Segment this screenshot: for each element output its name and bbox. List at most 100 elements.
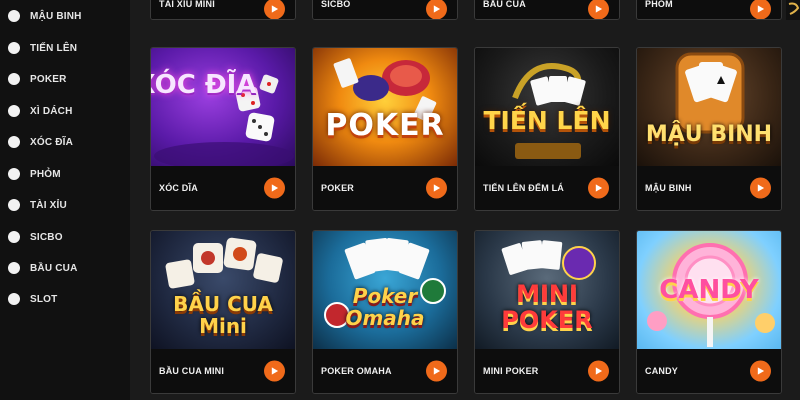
- game-card-bau-cua-mini[interactable]: BẦU CUA Mini BẦU CUA MINI: [150, 230, 296, 394]
- game-card-mau-binh[interactable]: MẬU BINH MẬU BINH: [636, 47, 782, 211]
- play-triangle-icon: [271, 184, 279, 192]
- game-art-mau-binh: MẬU BINH: [637, 48, 781, 166]
- play-button[interactable]: [750, 0, 771, 19]
- game-art-poker: POKER: [313, 48, 457, 166]
- game-art-title: MẬU BINH: [645, 122, 773, 147]
- sidebar-item-label: XÌ DÁCH: [30, 105, 73, 117]
- sidebar-item-tai-xiu[interactable]: TÀI XỈU: [8, 195, 67, 215]
- game-art-title: BẦU CUA Mini: [173, 292, 273, 338]
- sidebar-item-tien-len[interactable]: TIẾN LÊN: [8, 38, 77, 58]
- game-lobby: MẬU BINH TIẾN LÊN POKER XÌ DÁCH XÓC ĐĨA …: [0, 0, 800, 400]
- game-card-tien-len[interactable]: TIẾN LÊN TIẾN LÊN ĐẾM LÁ: [474, 47, 620, 211]
- card-footer: CANDY: [637, 349, 781, 393]
- game-card-phom[interactable]: PHỎM: [636, 0, 782, 20]
- radio-dot-icon: [8, 105, 20, 117]
- sidebar-item-label: XÓC ĐĨA: [30, 136, 74, 148]
- play-triangle-icon: [595, 184, 603, 192]
- play-button[interactable]: [588, 360, 609, 382]
- game-art-title: Poker Omaha: [345, 284, 425, 330]
- sidebar-item-mau-binh[interactable]: MẬU BINH: [8, 6, 82, 26]
- sidebar-item-label: BẦU CUA: [30, 262, 78, 274]
- radio-dot-icon: [8, 168, 20, 180]
- radio-dot-icon: [8, 231, 20, 243]
- game-name: POKER: [321, 183, 355, 193]
- game-card-candy[interactable]: CANDY CANDY: [636, 230, 782, 394]
- radio-dot-icon: [8, 136, 20, 148]
- play-button[interactable]: [588, 0, 609, 19]
- radio-dot-icon: [8, 10, 20, 22]
- play-triangle-icon: [595, 367, 603, 375]
- play-triangle-icon: [757, 5, 765, 13]
- sidebar-item-label: TIẾN LÊN: [30, 42, 78, 54]
- sidebar-item-phom[interactable]: PHỎM: [8, 164, 61, 184]
- game-art-candy: CANDY: [637, 231, 781, 349]
- game-art-poker-omaha: Poker Omaha: [313, 231, 457, 349]
- play-triangle-icon: [433, 367, 441, 375]
- game-card-mini-poker[interactable]: MINI POKER MINI POKER: [474, 230, 620, 394]
- card-footer: TÀI XỈU MINI: [151, 0, 295, 19]
- card-footer: XÓC DĨA: [151, 166, 295, 210]
- card-footer: POKER OMAHA: [313, 349, 457, 393]
- game-name: BẦU CUA MINI: [159, 366, 225, 376]
- game-name: CANDY: [645, 366, 679, 376]
- radio-dot-icon: [8, 42, 20, 54]
- game-name: PHỎM: [645, 0, 673, 9]
- play-button[interactable]: [588, 177, 609, 199]
- play-button[interactable]: [426, 0, 447, 19]
- radio-dot-icon: [8, 73, 20, 85]
- card-footer: BẦU CUA: [475, 0, 619, 19]
- dice-icon: [154, 74, 294, 166]
- play-button[interactable]: [426, 177, 447, 199]
- sidebar-item-poker[interactable]: POKER: [8, 69, 67, 89]
- sidebar-item-xi-dach[interactable]: XÌ DÁCH: [8, 101, 73, 121]
- game-art-tien-len: TIẾN LÊN: [475, 48, 619, 166]
- sidebar-item-label: SLOT: [30, 293, 58, 305]
- play-triangle-icon: [433, 184, 441, 192]
- sidebar-item-xoc-dia[interactable]: XÓC ĐĨA: [8, 132, 73, 152]
- card-footer: BẦU CUA MINI: [151, 349, 295, 393]
- play-button[interactable]: [264, 0, 285, 19]
- sidebar-item-slot[interactable]: SLOT: [8, 289, 57, 309]
- play-button[interactable]: [264, 177, 285, 199]
- radio-dot-icon: [8, 293, 20, 305]
- game-card-tai-xiu-mini[interactable]: TÀI XỈU MINI: [150, 0, 296, 20]
- sidebar-item-label: TÀI XỈU: [30, 199, 67, 211]
- game-art-title: CANDY: [659, 275, 759, 305]
- game-name: MẬU BINH: [645, 183, 692, 193]
- game-card-sicbo[interactable]: SICBO: [312, 0, 458, 20]
- sidebar-item-label: MẬU BINH: [30, 10, 82, 22]
- play-triangle-icon: [271, 5, 279, 13]
- play-button[interactable]: [750, 177, 771, 199]
- play-button[interactable]: [750, 360, 771, 382]
- game-art-bau-cua-mini: BẦU CUA Mini: [151, 231, 295, 349]
- game-name: TIẾN LÊN ĐẾM LÁ: [483, 183, 564, 193]
- game-name: BẦU CUA: [483, 0, 526, 9]
- game-name: POKER OMAHA: [321, 366, 392, 376]
- game-art-title: TIẾN LÊN: [483, 106, 611, 135]
- card-fan-icon: [675, 52, 745, 134]
- game-card-xoc-dia[interactable]: XÓC ĐĨA XÓC DĨA: [150, 47, 296, 211]
- card-footer: MINI POKER: [475, 349, 619, 393]
- sidebar-item-label: POKER: [30, 73, 67, 85]
- game-card-poker[interactable]: POKER POKER: [312, 47, 458, 211]
- play-button[interactable]: [264, 360, 285, 382]
- sidebar-item-bau-cua[interactable]: BẦU CUA: [8, 258, 78, 278]
- game-card-poker-omaha[interactable]: Poker Omaha POKER OMAHA: [312, 230, 458, 394]
- game-name: SICBO: [321, 0, 351, 9]
- game-art-xoc-dia: XÓC ĐĨA: [151, 48, 295, 166]
- play-button[interactable]: [426, 360, 447, 382]
- sidebar-item-sicbo[interactable]: SICBO: [8, 227, 63, 247]
- play-triangle-icon: [757, 184, 765, 192]
- game-art-title: MINI POKER: [501, 280, 593, 334]
- game-art-title: XÓC ĐĨA: [151, 70, 257, 100]
- radio-dot-icon: [8, 262, 20, 274]
- game-name: XÓC DĨA: [159, 183, 198, 193]
- card-footer: MẬU BINH: [637, 166, 781, 210]
- game-card-bau-cua[interactable]: BẦU CUA: [474, 0, 620, 20]
- partial-banner-art: [786, 0, 800, 20]
- category-sidebar: MẬU BINH TIẾN LÊN POKER XÌ DÁCH XÓC ĐĨA …: [0, 0, 130, 400]
- play-triangle-icon: [271, 367, 279, 375]
- play-triangle-icon: [433, 5, 441, 13]
- card-footer: PHỎM: [637, 0, 781, 19]
- game-art-title: POKER: [325, 108, 445, 143]
